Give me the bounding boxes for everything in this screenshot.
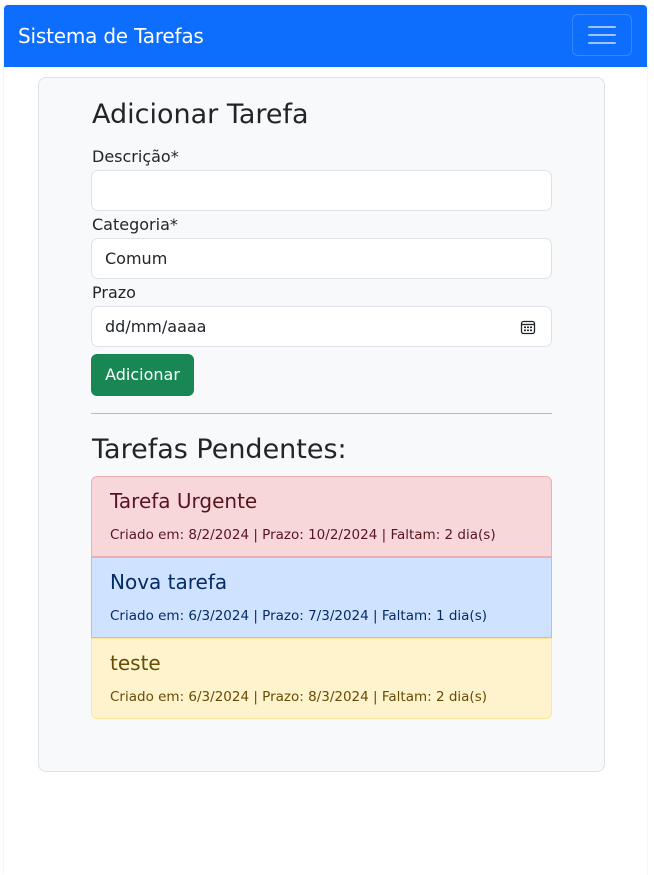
description-label: Descrição* xyxy=(92,147,179,166)
task-meta: Criado em: 6/3/2024 | Prazo: 7/3/2024 | … xyxy=(110,608,487,624)
task-title: teste xyxy=(110,651,161,675)
navbar-brand[interactable]: Sistema de Tarefas xyxy=(18,22,204,50)
description-input[interactable] xyxy=(91,170,552,211)
category-label: Categoria* xyxy=(92,215,178,234)
add-task-button[interactable]: Adicionar xyxy=(91,354,194,396)
task-meta: Criado em: 8/2/2024 | Prazo: 10/2/2024 |… xyxy=(110,527,496,543)
calendar-icon[interactable] xyxy=(520,319,536,335)
navbar-toggler-button[interactable] xyxy=(572,14,632,56)
divider xyxy=(91,413,552,414)
navbar: Sistema de Tarefas xyxy=(4,5,647,67)
task-title: Tarefa Urgente xyxy=(110,489,258,513)
deadline-placeholder: dd/mm/aaaa xyxy=(105,317,207,336)
task-meta: Criado em: 6/3/2024 | Prazo: 8/3/2024 | … xyxy=(110,689,487,705)
task-item-new[interactable]: Nova tarefa Criado em: 6/3/2024 | Prazo:… xyxy=(91,557,552,638)
category-input[interactable] xyxy=(91,238,552,279)
task-title: Nova tarefa xyxy=(110,570,228,594)
task-item-urgent[interactable]: Tarefa Urgente Criado em: 8/2/2024 | Pra… xyxy=(91,476,552,557)
add-task-heading: Adicionar Tarefa xyxy=(92,99,309,130)
pending-tasks-heading: Tarefas Pendentes: xyxy=(92,434,347,465)
deadline-date-input[interactable]: dd/mm/aaaa xyxy=(91,306,552,347)
hamburger-menu-icon xyxy=(588,26,616,44)
task-item-test[interactable]: teste Criado em: 6/3/2024 | Prazo: 8/3/2… xyxy=(91,638,552,719)
deadline-label: Prazo xyxy=(92,283,136,302)
